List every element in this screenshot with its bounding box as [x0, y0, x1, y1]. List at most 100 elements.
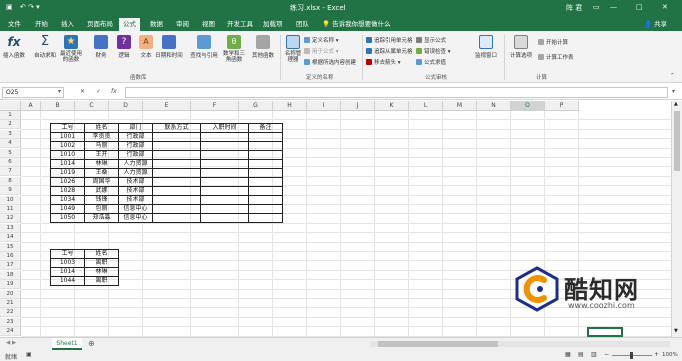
- table-cell[interactable]: 离职: [84, 276, 119, 286]
- column-header-d[interactable]: D: [109, 101, 143, 111]
- page-layout-view-icon[interactable]: ▤: [578, 351, 584, 358]
- column-header-h[interactable]: H: [273, 101, 307, 111]
- create-from-selection-button[interactable]: 根据所选内容创建: [304, 58, 356, 66]
- table-cell[interactable]: 1003: [50, 258, 85, 268]
- horizontal-scrollbar[interactable]: [370, 341, 670, 347]
- row-header-13[interactable]: 13: [0, 223, 21, 233]
- table-cell[interactable]: 林琳: [84, 159, 119, 169]
- expand-formula-icon[interactable]: ▾: [672, 88, 675, 95]
- normal-view-icon[interactable]: ▦: [565, 351, 571, 358]
- table-cell[interactable]: [200, 195, 249, 205]
- error-checking-button[interactable]: 错误检查 ▾: [416, 47, 451, 55]
- table-cell[interactable]: 周国华: [84, 177, 119, 187]
- vertical-scrollbar[interactable]: ▲ ▼: [671, 101, 682, 341]
- recent-functions-button[interactable]: ★ 最近使用的函数: [58, 35, 84, 63]
- tab-developer[interactable]: 开发工具: [223, 18, 257, 31]
- remove-arrows-button[interactable]: 移去箭头 ▾: [366, 58, 401, 66]
- table-cell[interactable]: 人力资源: [118, 168, 153, 178]
- row-header-12[interactable]: 12: [0, 214, 21, 224]
- header-cell[interactable]: 备注: [248, 123, 283, 133]
- scroll-thumb[interactable]: [674, 111, 680, 171]
- calc-sheet-button[interactable]: 计算工作表: [538, 53, 574, 61]
- zoom-slider-handle[interactable]: [630, 352, 633, 359]
- table-cell[interactable]: [248, 132, 283, 142]
- table-cell[interactable]: [248, 213, 283, 223]
- namebox-dropdown-icon[interactable]: ▾: [58, 88, 61, 95]
- row-header-4[interactable]: 4: [0, 139, 21, 149]
- table-cell[interactable]: 王桑: [84, 168, 119, 178]
- table-cell[interactable]: [152, 159, 201, 169]
- table-cell[interactable]: 信息中心: [118, 213, 153, 223]
- table-cell[interactable]: 包丽: [84, 204, 119, 214]
- row-header-19[interactable]: 19: [0, 280, 21, 290]
- table-cell[interactable]: 离职: [84, 258, 119, 268]
- hscroll-thumb[interactable]: [378, 341, 498, 347]
- column-header-l[interactable]: L: [409, 101, 443, 111]
- financial-button[interactable]: 财务: [92, 35, 110, 59]
- formula-cancel-icon[interactable]: ✕: [80, 88, 85, 95]
- table-cell[interactable]: 王开: [84, 150, 119, 160]
- tab-data[interactable]: 数据: [146, 18, 167, 31]
- tell-me-box[interactable]: 💡 告诉我你想要做什么: [318, 18, 395, 31]
- table-cell[interactable]: 人力资源: [118, 159, 153, 169]
- restore-button[interactable]: □: [636, 3, 643, 11]
- row-header-10[interactable]: 10: [0, 195, 21, 205]
- table-cell[interactable]: [248, 150, 283, 160]
- collapse-ribbon-icon[interactable]: ⌃: [670, 73, 675, 79]
- tab-insert[interactable]: 插入: [57, 18, 78, 31]
- table-cell[interactable]: [248, 204, 283, 214]
- table-cell[interactable]: [200, 204, 249, 214]
- row-header-1[interactable]: 1: [0, 111, 21, 120]
- name-box[interactable]: O25: [2, 87, 64, 98]
- sheet-nav-arrows[interactable]: ◀ ▶: [6, 340, 16, 346]
- table-cell[interactable]: [152, 132, 201, 142]
- table-cell[interactable]: 李贡贡: [84, 132, 119, 142]
- header-cell[interactable]: 姓名: [84, 249, 119, 259]
- row-header-17[interactable]: 17: [0, 261, 21, 271]
- tab-file[interactable]: 文件: [4, 18, 25, 31]
- table-cell[interactable]: [152, 186, 201, 196]
- column-header-b[interactable]: B: [41, 101, 75, 111]
- table-cell[interactable]: [248, 177, 283, 187]
- table-cell[interactable]: 1050: [50, 213, 85, 223]
- zoom-slider[interactable]: [612, 352, 652, 359]
- zoom-in-button[interactable]: +: [654, 351, 659, 358]
- table-cell[interactable]: 马丽: [84, 141, 119, 151]
- watch-window-button[interactable]: 监视窗口: [472, 35, 500, 59]
- zoom-level[interactable]: 100%: [662, 352, 678, 358]
- table-cell[interactable]: [248, 195, 283, 205]
- more-functions-button[interactable]: 其他函数: [250, 35, 276, 59]
- table-cell[interactable]: 林琳: [84, 267, 119, 277]
- table-cell[interactable]: [152, 204, 201, 214]
- macro-record-icon[interactable]: ▣: [26, 351, 32, 358]
- table-cell[interactable]: [248, 186, 283, 196]
- autosum-button[interactable]: Σ 自动求和: [33, 35, 57, 60]
- table-cell[interactable]: 信息中心: [118, 204, 153, 214]
- table-cell[interactable]: 郑浩淼: [84, 213, 119, 223]
- column-header-a[interactable]: A: [21, 101, 41, 111]
- table-cell[interactable]: 技术部: [118, 195, 153, 205]
- trace-dependents-button[interactable]: 追踪从属单元格: [366, 47, 413, 55]
- column-header-j[interactable]: J: [341, 101, 375, 111]
- formula-enter-icon[interactable]: ✓: [96, 88, 101, 95]
- table-cell[interactable]: 1002: [50, 141, 85, 151]
- row-header-16[interactable]: 16: [0, 252, 21, 261]
- tab-view[interactable]: 视图: [198, 18, 219, 31]
- table-cell[interactable]: 1001: [50, 132, 85, 142]
- insert-function-button[interactable]: fx 插入函数: [3, 35, 25, 59]
- table-cell[interactable]: [200, 177, 249, 187]
- table-cell[interactable]: 1026: [50, 177, 85, 187]
- name-manager-button[interactable]: 名称管理器: [283, 35, 303, 63]
- evaluate-formula-button[interactable]: 公式求值: [416, 58, 446, 66]
- tab-team[interactable]: 团队: [292, 18, 313, 31]
- show-formulas-button[interactable]: 显示公式: [416, 36, 446, 44]
- header-cell[interactable]: 联系方式: [152, 123, 201, 133]
- close-button[interactable]: ✕: [662, 3, 668, 11]
- text-button[interactable]: A 文本: [137, 35, 155, 59]
- tab-addins[interactable]: 加载项: [259, 18, 287, 31]
- table-cell[interactable]: 1019: [50, 168, 85, 178]
- table-cell[interactable]: [248, 159, 283, 169]
- table-cell[interactable]: [200, 159, 249, 169]
- table-cell[interactable]: [152, 141, 201, 151]
- use-in-formula-button[interactable]: 用于公式 ▾: [304, 47, 339, 55]
